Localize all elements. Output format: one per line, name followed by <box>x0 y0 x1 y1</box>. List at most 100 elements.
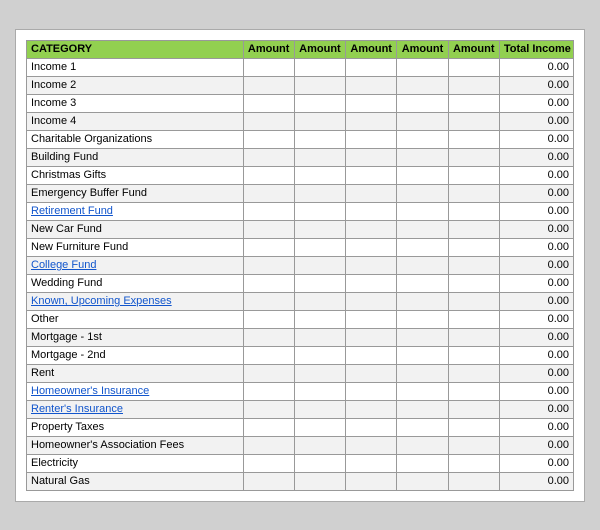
amount-cell[interactable] <box>294 292 345 310</box>
amount-cell[interactable] <box>243 112 294 130</box>
amount-cell[interactable] <box>448 76 499 94</box>
amount-cell[interactable] <box>448 184 499 202</box>
amount-cell[interactable] <box>346 112 397 130</box>
amount-cell[interactable] <box>294 310 345 328</box>
category-cell[interactable]: Homeowner's Insurance <box>27 382 244 400</box>
amount-cell[interactable] <box>346 166 397 184</box>
amount-cell[interactable] <box>294 400 345 418</box>
amount-cell[interactable] <box>397 328 448 346</box>
amount-cell[interactable] <box>243 292 294 310</box>
amount-cell[interactable] <box>294 382 345 400</box>
amount-cell[interactable] <box>294 148 345 166</box>
amount-cell[interactable] <box>294 364 345 382</box>
amount-cell[interactable] <box>346 436 397 454</box>
amount-cell[interactable] <box>294 76 345 94</box>
amount-cell[interactable] <box>294 256 345 274</box>
amount-cell[interactable] <box>346 202 397 220</box>
amount-cell[interactable] <box>397 346 448 364</box>
amount-cell[interactable] <box>243 94 294 112</box>
amount-cell[interactable] <box>243 184 294 202</box>
amount-cell[interactable] <box>346 418 397 436</box>
amount-cell[interactable] <box>448 454 499 472</box>
amount-cell[interactable] <box>243 76 294 94</box>
amount-cell[interactable] <box>346 310 397 328</box>
amount-cell[interactable] <box>243 58 294 76</box>
amount-cell[interactable] <box>294 274 345 292</box>
amount-cell[interactable] <box>448 310 499 328</box>
amount-cell[interactable] <box>346 472 397 490</box>
amount-cell[interactable] <box>397 148 448 166</box>
amount-cell[interactable] <box>448 328 499 346</box>
amount-cell[interactable] <box>243 310 294 328</box>
amount-cell[interactable] <box>294 238 345 256</box>
amount-cell[interactable] <box>294 220 345 238</box>
amount-cell[interactable] <box>243 418 294 436</box>
amount-cell[interactable] <box>346 238 397 256</box>
amount-cell[interactable] <box>243 274 294 292</box>
amount-cell[interactable] <box>346 346 397 364</box>
amount-cell[interactable] <box>294 454 345 472</box>
amount-cell[interactable] <box>346 382 397 400</box>
amount-cell[interactable] <box>448 58 499 76</box>
amount-cell[interactable] <box>397 58 448 76</box>
amount-cell[interactable] <box>294 472 345 490</box>
amount-cell[interactable] <box>397 220 448 238</box>
amount-cell[interactable] <box>397 112 448 130</box>
amount-cell[interactable] <box>397 454 448 472</box>
amount-cell[interactable] <box>397 202 448 220</box>
amount-cell[interactable] <box>448 220 499 238</box>
amount-cell[interactable] <box>397 238 448 256</box>
amount-cell[interactable] <box>243 436 294 454</box>
amount-cell[interactable] <box>448 112 499 130</box>
amount-cell[interactable] <box>243 238 294 256</box>
amount-cell[interactable] <box>294 94 345 112</box>
amount-cell[interactable] <box>243 148 294 166</box>
amount-cell[interactable] <box>448 166 499 184</box>
amount-cell[interactable] <box>243 220 294 238</box>
amount-cell[interactable] <box>346 328 397 346</box>
amount-cell[interactable] <box>397 310 448 328</box>
amount-cell[interactable] <box>448 400 499 418</box>
amount-cell[interactable] <box>294 130 345 148</box>
amount-cell[interactable] <box>397 256 448 274</box>
amount-cell[interactable] <box>397 400 448 418</box>
amount-cell[interactable] <box>243 382 294 400</box>
amount-cell[interactable] <box>448 364 499 382</box>
amount-cell[interactable] <box>346 364 397 382</box>
amount-cell[interactable] <box>346 454 397 472</box>
amount-cell[interactable] <box>397 184 448 202</box>
amount-cell[interactable] <box>346 76 397 94</box>
amount-cell[interactable] <box>397 166 448 184</box>
amount-cell[interactable] <box>243 346 294 364</box>
amount-cell[interactable] <box>448 256 499 274</box>
amount-cell[interactable] <box>346 400 397 418</box>
amount-cell[interactable] <box>346 94 397 112</box>
amount-cell[interactable] <box>243 328 294 346</box>
amount-cell[interactable] <box>397 436 448 454</box>
amount-cell[interactable] <box>243 166 294 184</box>
amount-cell[interactable] <box>346 148 397 166</box>
amount-cell[interactable] <box>397 472 448 490</box>
category-cell[interactable]: Known, Upcoming Expenses <box>27 292 244 310</box>
amount-cell[interactable] <box>397 76 448 94</box>
amount-cell[interactable] <box>243 454 294 472</box>
amount-cell[interactable] <box>346 184 397 202</box>
amount-cell[interactable] <box>243 202 294 220</box>
amount-cell[interactable] <box>448 382 499 400</box>
amount-cell[interactable] <box>294 58 345 76</box>
amount-cell[interactable] <box>448 436 499 454</box>
amount-cell[interactable] <box>448 346 499 364</box>
amount-cell[interactable] <box>294 328 345 346</box>
amount-cell[interactable] <box>294 202 345 220</box>
category-cell[interactable]: College Fund <box>27 256 244 274</box>
amount-cell[interactable] <box>448 274 499 292</box>
amount-cell[interactable] <box>346 130 397 148</box>
amount-cell[interactable] <box>243 472 294 490</box>
amount-cell[interactable] <box>294 166 345 184</box>
amount-cell[interactable] <box>294 436 345 454</box>
amount-cell[interactable] <box>397 292 448 310</box>
amount-cell[interactable] <box>397 130 448 148</box>
amount-cell[interactable] <box>346 292 397 310</box>
amount-cell[interactable] <box>448 94 499 112</box>
amount-cell[interactable] <box>294 184 345 202</box>
